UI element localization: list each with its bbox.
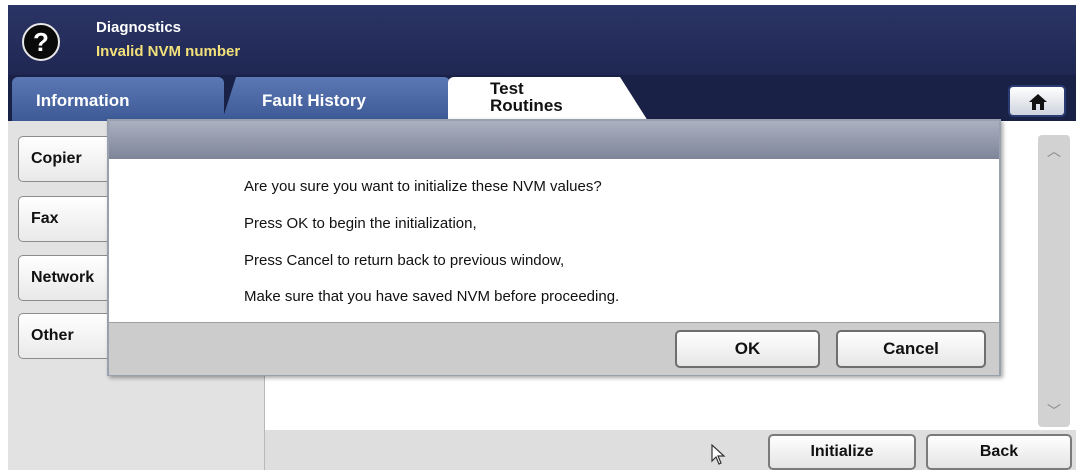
tab-test-routines[interactable]: Test Routines (448, 77, 648, 121)
dialog-title-bar (109, 121, 999, 159)
home-icon (1029, 94, 1047, 110)
tab-fault-history[interactable]: Fault History (222, 77, 450, 121)
status-message: Invalid NVM number (96, 43, 241, 60)
home-button[interactable] (1008, 85, 1066, 117)
confirm-dialog: Are you sure you want to initialize thes… (107, 119, 1001, 376)
ok-button[interactable]: OK (675, 330, 820, 368)
scroll-up-icon[interactable]: ︿ (1042, 139, 1066, 163)
tab-information[interactable]: Information (12, 77, 224, 121)
header-bar: ? Diagnostics Invalid NVM number (8, 5, 1076, 75)
question-circle-icon[interactable]: ? (22, 23, 60, 61)
dialog-button-bar: OK Cancel (109, 322, 999, 375)
page-title: Diagnostics (96, 19, 182, 36)
back-button[interactable]: Back (926, 434, 1072, 470)
dialog-line-cancel-hint: Press Cancel to return back to previous … (244, 252, 565, 269)
diagnostics-screen: ? Diagnostics Invalid NVM number Informa… (8, 5, 1076, 470)
dialog-line-ok-hint: Press OK to begin the initialization, (244, 215, 477, 232)
dialog-line-warning: Make sure that you have saved NVM before… (244, 288, 620, 305)
tab-strip: Information Fault History Test Routines (8, 75, 1076, 121)
initialize-button[interactable]: Initialize (768, 434, 916, 470)
tab-test-routines-label: Test Routines (490, 79, 563, 115)
scroll-down-icon[interactable]: ﹀ (1042, 399, 1066, 423)
mouse-cursor-icon (711, 444, 726, 465)
dialog-line-question: Are you sure you want to initialize thes… (244, 178, 602, 195)
cancel-button[interactable]: Cancel (836, 330, 986, 368)
bottom-action-bar: Initialize Back (265, 430, 1076, 470)
scrollbar[interactable]: ︿ ﹀ (1038, 135, 1070, 427)
